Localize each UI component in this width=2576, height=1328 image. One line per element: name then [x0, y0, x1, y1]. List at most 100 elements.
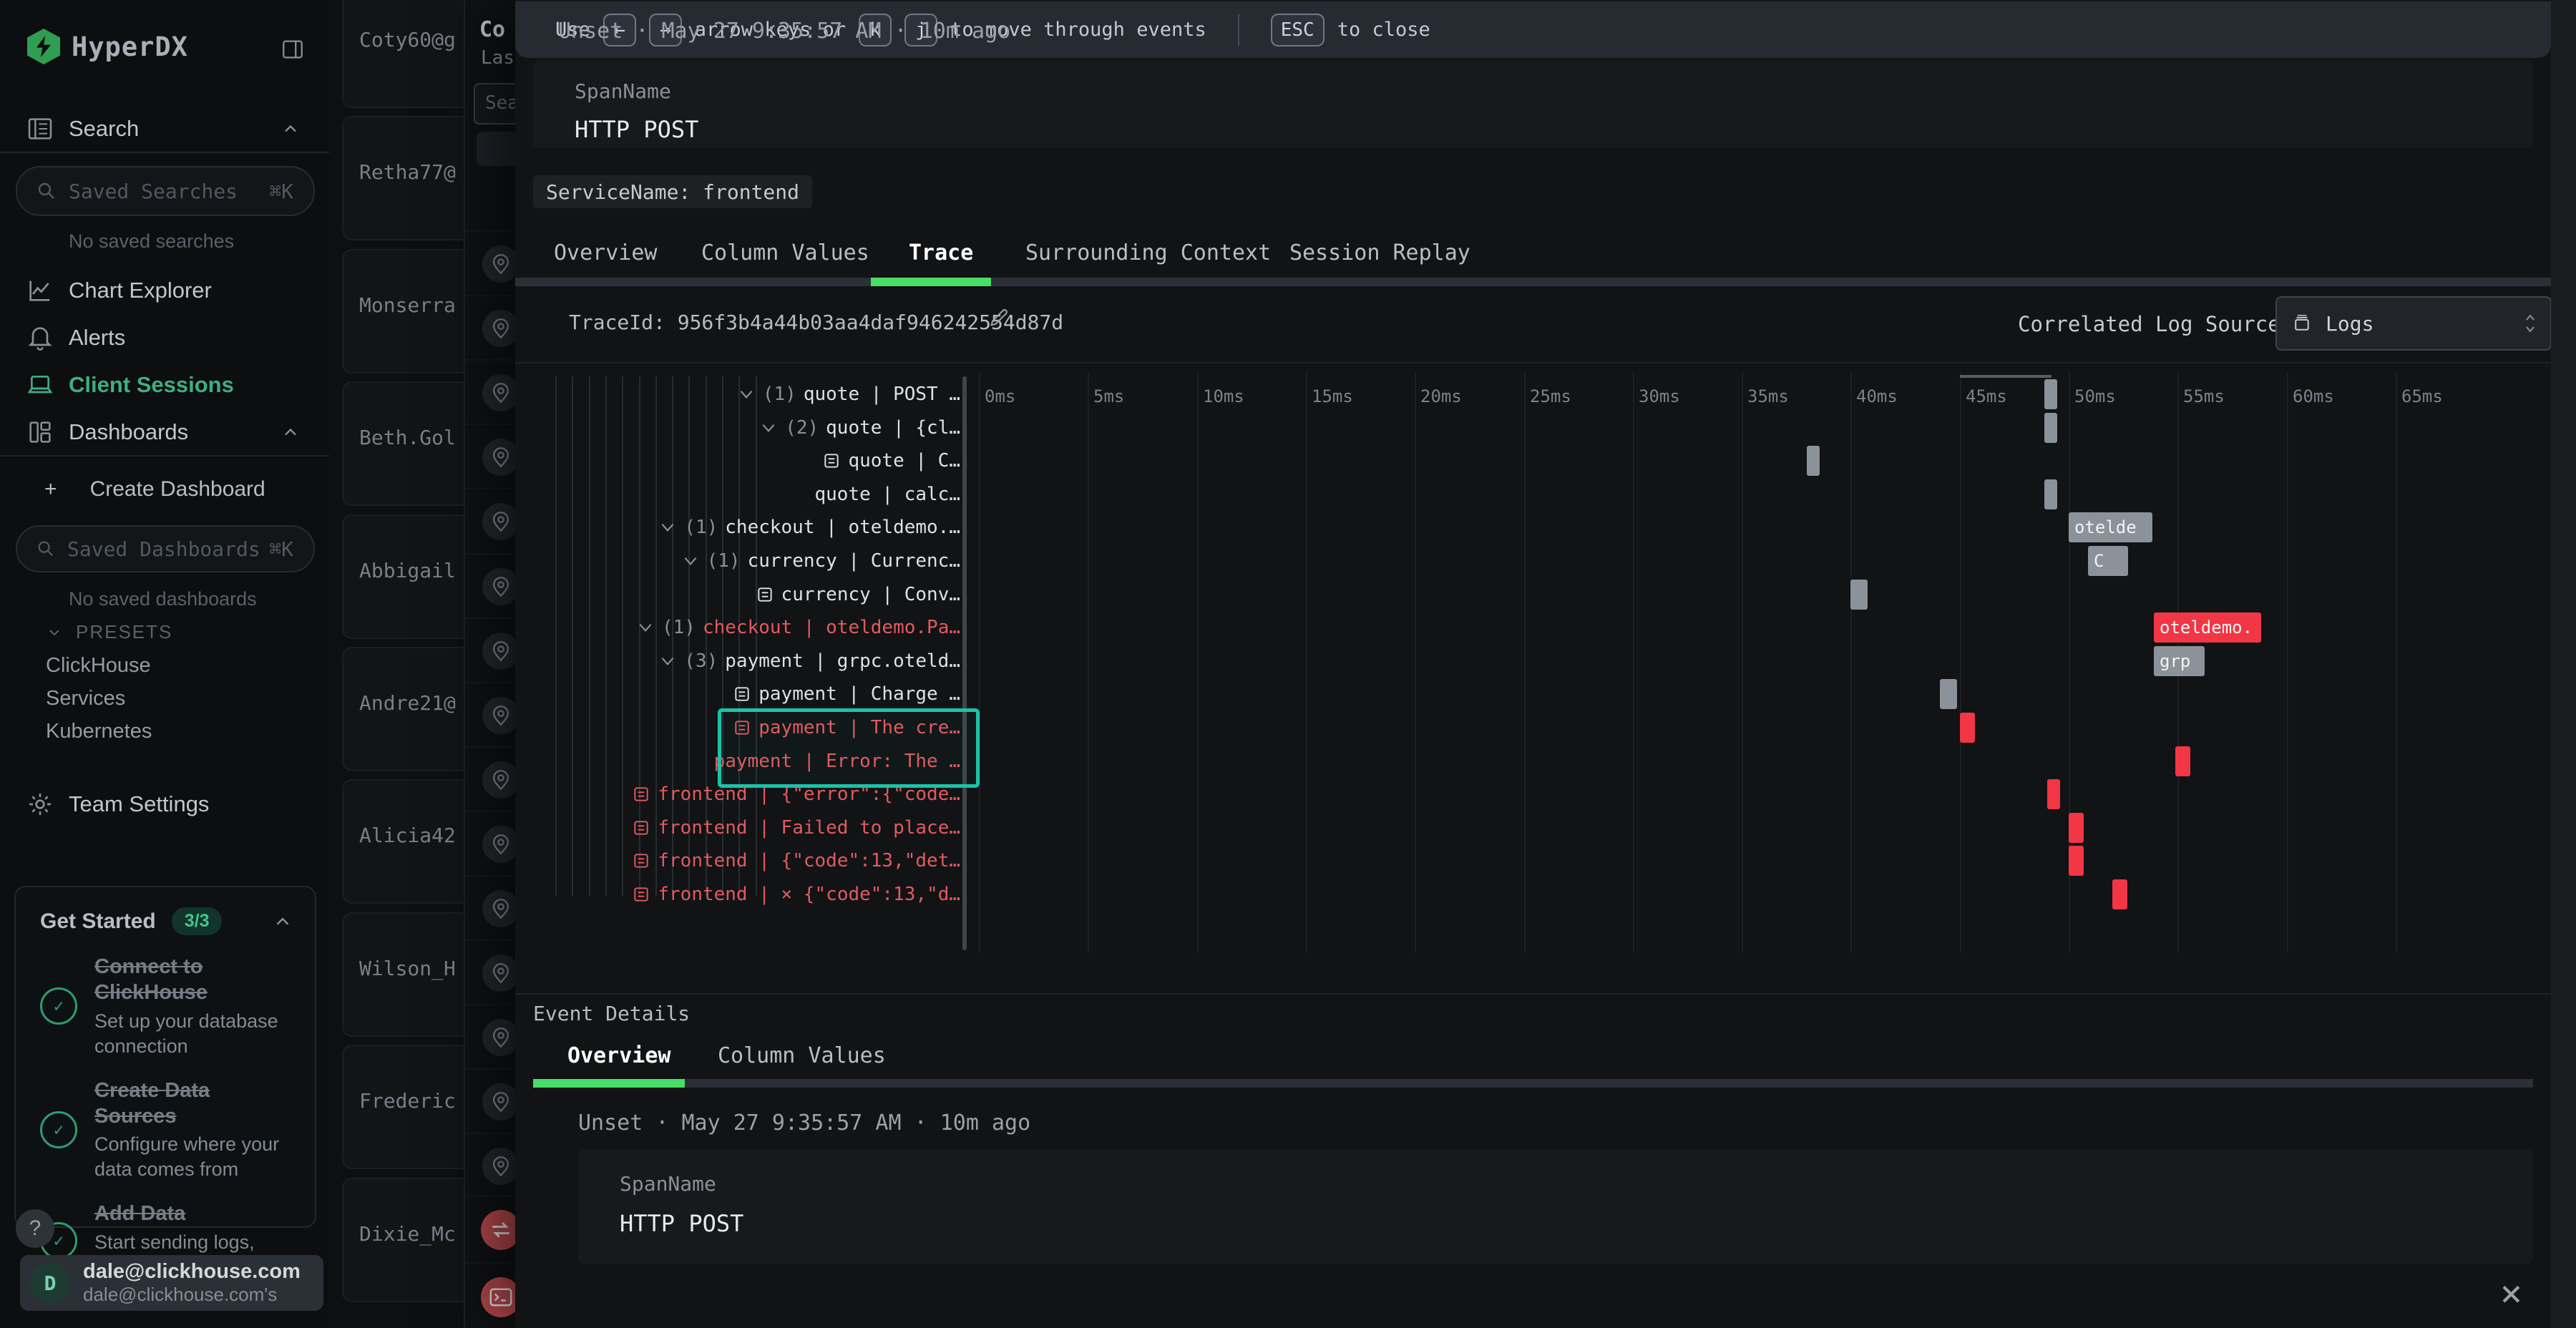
saved-dashboards-input[interactable]: Saved Dashboards ⌘K	[16, 525, 315, 572]
get-started-item[interactable]: ✓Connect to ClickHouseSet up your databa…	[40, 954, 295, 1059]
trace-span-row[interactable]: quote | C…	[544, 444, 969, 477]
trace-span-bar[interactable]	[2112, 879, 2127, 909]
session-name: Dixie_Mc	[359, 1222, 467, 1246]
trace-span-bar[interactable]	[1940, 679, 1957, 709]
sidebar-item-dashboards[interactable]: Dashboards	[0, 412, 329, 452]
chart-icon	[26, 276, 54, 305]
trace-span-bar[interactable]: grp	[2154, 646, 2205, 676]
get-started-item-desc: Set up your database connection	[94, 1009, 295, 1059]
session-event-row[interactable]	[465, 1133, 517, 1198]
get-started-card: Get Started 3/3 ✓Connect to ClickHouseSe…	[14, 886, 316, 1228]
axis-tick-label: 5ms	[1093, 386, 1124, 406]
trace-span-row[interactable]: payment | Charge …	[544, 678, 969, 711]
trace-span-bar[interactable]	[2047, 779, 2060, 809]
sidebar-item-clickhouse[interactable]: ClickHouse	[46, 654, 151, 678]
trace-span-label: quote | C…	[848, 450, 960, 472]
trace-span-label: frontend | {"code":13,"det…	[658, 850, 960, 872]
session-event-row[interactable]	[465, 811, 517, 877]
get-started-title: Get Started	[40, 909, 156, 934]
trace-span-row[interactable]: quote | calc…	[544, 478, 969, 511]
esc-key[interactable]: ESC	[1271, 14, 1324, 47]
trace-span-bar[interactable]: oteldemo.	[2154, 612, 2261, 643]
sidebar-item-label: Dashboards	[69, 419, 188, 445]
session-event-row[interactable]	[465, 939, 517, 1005]
saved-searches-input[interactable]: Saved Searches ⌘K	[16, 166, 315, 216]
trace-span-row[interactable]: (1)checkout | oteldemo.…	[544, 511, 969, 544]
session-error-row[interactable]	[465, 1262, 517, 1328]
tab-session-replay[interactable]: Session Replay	[1289, 240, 1470, 265]
footer-separator	[1238, 14, 1239, 46]
trace-span-bar[interactable]	[1850, 580, 1868, 610]
tab-trace[interactable]: Trace	[909, 240, 973, 265]
session-event-row[interactable]	[465, 1068, 517, 1134]
sidebar-item-alerts[interactable]: Alerts	[0, 318, 329, 358]
log-source-select[interactable]: Logs	[2275, 296, 2552, 351]
session-event-row[interactable]	[465, 488, 517, 554]
session-event-row[interactable]	[465, 359, 517, 425]
trace-span-label: payment | grpc.oteld…	[725, 650, 960, 672]
session-event-row[interactable]	[465, 682, 517, 748]
user-menu[interactable]: D dale@clickhouse.com dale@clickhouse.co…	[20, 1255, 323, 1311]
axis-tick-label: 40ms	[1856, 386, 1898, 406]
trace-span-row[interactable]: (3)payment | grpc.oteld…	[544, 645, 969, 678]
axis-tick-label: 35ms	[1747, 386, 1789, 406]
session-detail-subtitle: Las	[481, 47, 517, 69]
session-event-row[interactable]	[465, 230, 517, 296]
event-details-tabs: Overview Column Values	[515, 1043, 2551, 1072]
trace-span-row[interactable]: frontend | {"code":13,"det…	[544, 844, 969, 877]
trace-span-bar[interactable]	[2044, 413, 2057, 443]
session-event-row[interactable]	[465, 617, 517, 683]
get-started-item-title: Create Data Sources	[94, 1078, 295, 1130]
tab-surrounding-context[interactable]: Surrounding Context	[1025, 240, 1271, 265]
grid-line	[1524, 372, 1526, 953]
trace-waterfall: 0ms5ms10ms15ms20ms25ms30ms35ms40ms45ms50…	[515, 372, 2551, 953]
session-event-row[interactable]	[465, 553, 517, 619]
session-event-row[interactable]	[465, 875, 517, 941]
session-event-row[interactable]	[465, 424, 517, 489]
chevron-up-icon[interactable]	[272, 911, 293, 932]
trace-span-row[interactable]: (1)quote | POST …	[544, 378, 969, 411]
close-icon[interactable]: ×	[2500, 1275, 2522, 1312]
session-name: Retha77@	[359, 160, 467, 184]
axis-tick-label: 60ms	[2293, 386, 2334, 406]
tab-ed-overview[interactable]: Overview	[567, 1043, 671, 1068]
session-error-row[interactable]	[465, 1195, 517, 1264]
sidebar-item-team-settings[interactable]: Team Settings	[0, 784, 329, 824]
session-event-row[interactable]	[465, 746, 517, 812]
presets-toggle[interactable]: PRESETS	[46, 621, 172, 643]
edit-pencil-icon[interactable]	[987, 305, 1012, 329]
trace-span-bar[interactable]	[2044, 379, 2057, 409]
sidebar-item-services[interactable]: Services	[46, 687, 125, 711]
trace-span-bar[interactable]	[1960, 713, 1975, 743]
trace-span-bar[interactable]	[1807, 446, 1820, 476]
sidebar-item-chart-explorer[interactable]: Chart Explorer	[0, 270, 329, 311]
tab-overview[interactable]: Overview	[554, 240, 658, 265]
trace-span-label: quote | calc…	[815, 484, 961, 505]
trace-span-bar[interactable]: otelde	[2069, 512, 2152, 542]
trace-span-row[interactable]: frontend | Failed to place…	[544, 811, 969, 844]
collapse-sidebar-icon[interactable]	[280, 37, 305, 62]
trace-span-row[interactable]: (1)currency | Currenc…	[544, 545, 969, 577]
location-pin-icon	[482, 954, 519, 992]
trace-span-row[interactable]: frontend | × {"code":13,"d…	[544, 878, 969, 911]
trace-span-bar[interactable]	[2044, 479, 2057, 509]
trace-span-bar[interactable]	[2069, 846, 2084, 876]
trace-span-row[interactable]: (1)checkout | oteldemo.Pa…	[544, 611, 969, 644]
trace-span-row[interactable]: (2)quote | {cl…	[544, 411, 969, 444]
sidebar-item-kubernetes[interactable]: Kubernetes	[46, 720, 152, 743]
sidebar-item-client-sessions[interactable]: Client Sessions	[0, 365, 329, 405]
help-button[interactable]: ?	[16, 1209, 54, 1248]
session-event-row[interactable]	[465, 295, 517, 361]
hyperdx-app: HyperDX Search Saved Searches ⌘K No save…	[0, 0, 2576, 1328]
trace-span-row[interactable]: currency | Conv…	[544, 578, 969, 611]
create-dashboard-button[interactable]: + Create Dashboard	[44, 477, 265, 502]
trace-span-bar[interactable]: C	[2088, 546, 2128, 576]
trace-span-bar[interactable]	[2069, 813, 2084, 843]
session-event-row[interactable]	[465, 1004, 517, 1070]
tab-ed-column-values[interactable]: Column Values	[718, 1043, 886, 1068]
service-name-chip[interactable]: ServiceName: frontend	[533, 175, 812, 208]
trace-span-bar[interactable]	[2175, 746, 2190, 776]
get-started-item[interactable]: ✓Create Data SourcesConfigure where your…	[40, 1078, 295, 1183]
tab-column-values[interactable]: Column Values	[701, 240, 869, 265]
sidebar-item-search[interactable]: Search	[0, 109, 329, 149]
